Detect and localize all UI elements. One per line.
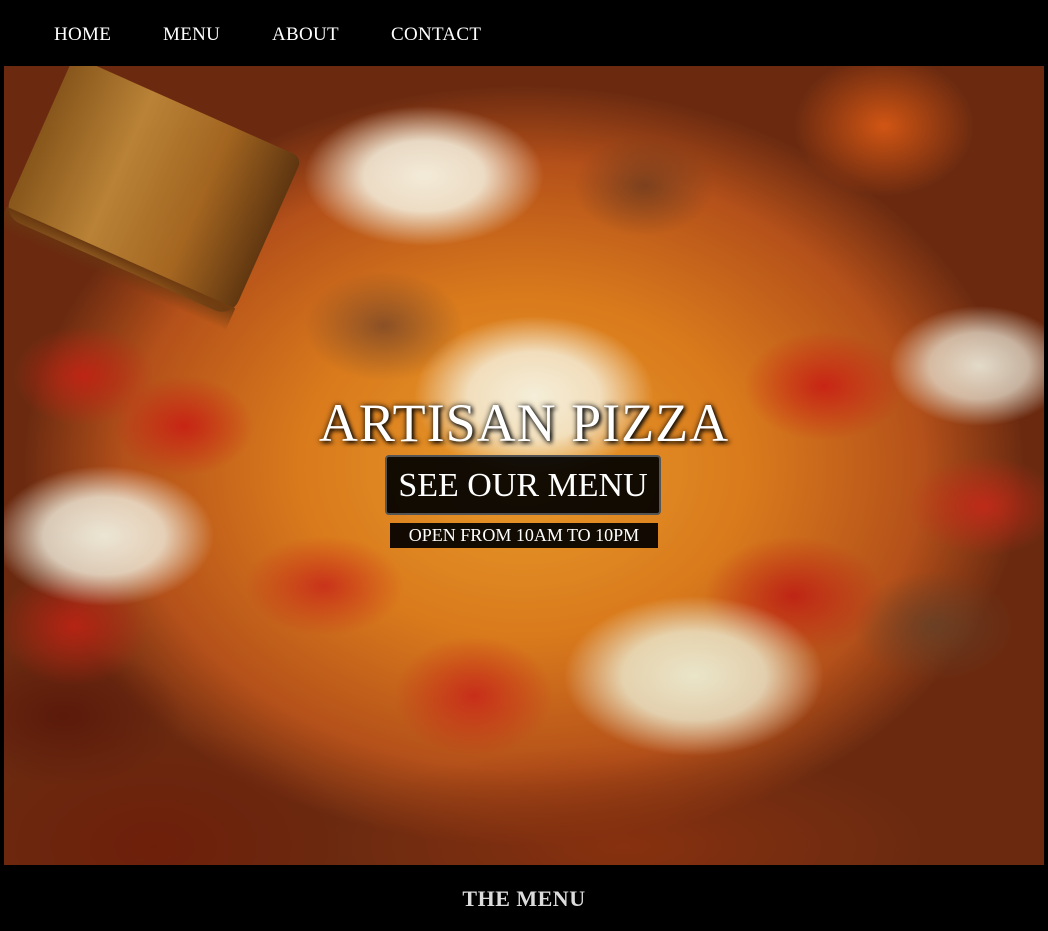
hero-title: ARTISAN PIZZA	[318, 393, 730, 453]
basting-brush-graphic	[4, 66, 303, 318]
see-our-menu-button[interactable]: SEE OUR MENU	[385, 455, 661, 515]
top-navbar: HOME MENU ABOUT CONTACT	[0, 0, 1048, 66]
nav-link-home[interactable]: HOME	[54, 24, 111, 46]
menu-section-title: THE MENU	[462, 886, 586, 911]
nav-link-menu[interactable]: MENU	[163, 24, 220, 46]
nav-link-contact[interactable]: CONTACT	[391, 24, 481, 46]
hero-pizza-image: ARTISAN PIZZA SEE OUR MENU OPEN FROM 10A…	[4, 66, 1044, 865]
opening-hours-text: OPEN FROM 10AM TO 10PM	[390, 523, 658, 548]
nav-link-about[interactable]: ABOUT	[272, 24, 339, 46]
